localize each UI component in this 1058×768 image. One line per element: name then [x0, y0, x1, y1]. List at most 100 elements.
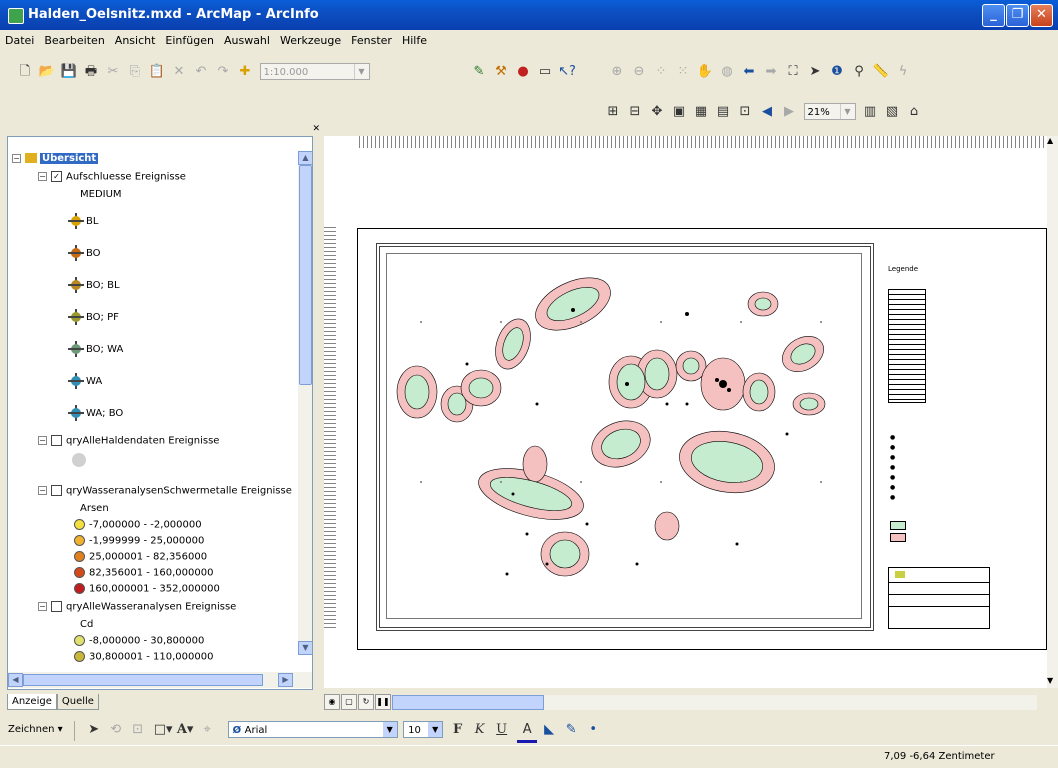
measure-icon[interactable]: 📏 — [871, 62, 891, 82]
chevron-down-icon[interactable]: ▼ — [839, 104, 855, 119]
close-icon[interactable]: ✕ — [312, 124, 320, 134]
font-size-select[interactable]: 10 ▼ — [403, 721, 444, 738]
toggle-draft-mode-icon[interactable]: ▥ — [860, 102, 880, 122]
toc-vertical-scrollbar[interactable]: ▲ ▼ — [298, 151, 312, 655]
change-layout-icon[interactable]: ⌂ — [904, 102, 924, 122]
collapse-icon[interactable]: − — [12, 153, 21, 163]
hyperlink-icon[interactable]: ϟ — [893, 62, 913, 82]
italic-icon[interactable]: K — [470, 720, 490, 740]
data-view-icon[interactable]: ◉ — [324, 694, 340, 710]
arccatalog-icon[interactable]: ● — [513, 62, 533, 82]
scroll-up-icon[interactable]: ▲ — [1047, 136, 1053, 145]
menu-auswahl[interactable]: Auswahl — [219, 30, 275, 47]
fixed-zoom-out-icon[interactable]: ⁙ — [673, 62, 693, 82]
layout-zoom-in-icon[interactable]: ⊞ — [603, 102, 623, 122]
collapse-icon[interactable]: − — [38, 436, 47, 445]
zoom-100-icon[interactable]: ⊡ — [735, 102, 755, 122]
redo-icon[interactable]: ↷ — [213, 62, 233, 82]
layer-name[interactable]: qryAlleWasseranalysen Ereignisse — [66, 602, 236, 613]
scroll-down-icon[interactable]: ▼ — [298, 641, 312, 655]
add-data-icon[interactable]: ✚ — [235, 62, 255, 82]
collapse-icon[interactable]: − — [38, 486, 47, 495]
menu-hilfe[interactable]: Hilfe — [397, 30, 432, 47]
marker-color-icon[interactable]: • — [583, 720, 603, 740]
toc-horizontal-scrollbar[interactable]: ◀ ▶ — [8, 672, 312, 688]
fixed-zoom-out-layout-icon[interactable]: ▤ — [713, 102, 733, 122]
menu-einfuegen[interactable]: Einfügen — [160, 30, 219, 47]
layout-horizontal-scrollbar[interactable] — [392, 695, 1037, 710]
scroll-left-icon[interactable]: ◀ — [8, 673, 23, 687]
scroll-thumb[interactable] — [392, 695, 544, 710]
collapse-icon[interactable]: − — [38, 602, 47, 611]
bold-icon[interactable]: F — [448, 720, 468, 740]
zoom-in-icon[interactable]: ⊕ — [607, 62, 627, 82]
collapse-icon[interactable]: − — [38, 172, 47, 181]
font-color-icon[interactable]: A — [517, 720, 538, 743]
chevron-down-icon[interactable]: ▼ — [353, 64, 369, 79]
layer-name[interactable]: qryAlleHaldendaten Ereignisse — [66, 436, 219, 447]
scroll-thumb[interactable] — [23, 674, 263, 686]
fixed-zoom-in-layout-icon[interactable]: ▦ — [691, 102, 711, 122]
paste-icon[interactable]: 📋 — [147, 62, 167, 82]
layer-visibility-checkbox[interactable] — [51, 485, 62, 496]
whats-this-icon[interactable]: ↖? — [557, 62, 577, 82]
layout-vertical-scrollbar[interactable]: ▲ ▼ — [1047, 136, 1058, 688]
undo-icon[interactable]: ↶ — [191, 62, 211, 82]
layout-page[interactable]: Legende ● ● ● ● ● ● ● — [357, 228, 1047, 650]
layout-pan-icon[interactable]: ✥ — [647, 102, 667, 122]
fill-color-icon[interactable]: ◣ — [539, 720, 559, 740]
find-icon[interactable]: ⚲ — [849, 62, 869, 82]
layout-forward-icon[interactable]: ▶ — [779, 102, 799, 122]
chevron-down-icon[interactable]: ▼ — [428, 722, 443, 737]
pause-drawing-icon[interactable]: ❚❚ — [375, 694, 391, 710]
close-button[interactable]: ✕ — [1030, 4, 1053, 27]
font-select[interactable]: Ø Arial ▼ — [227, 721, 398, 738]
arctoolbox-icon[interactable]: ⚒ — [491, 62, 511, 82]
layer-visibility-checkbox[interactable] — [51, 601, 62, 612]
layout-back-icon[interactable]: ◀ — [757, 102, 777, 122]
menu-werkzeuge[interactable]: Werkzeuge — [275, 30, 346, 47]
fixed-zoom-in-icon[interactable]: ⁘ — [651, 62, 671, 82]
select-elements-icon[interactable]: ➤ — [84, 720, 104, 740]
maximize-button[interactable]: ❐ — [1006, 4, 1029, 27]
line-color-icon[interactable]: ✎ — [561, 720, 581, 740]
scroll-right-icon[interactable]: ▶ — [278, 673, 293, 687]
editor-icon[interactable]: ✎ — [469, 62, 489, 82]
scroll-down-icon[interactable]: ▼ — [1047, 676, 1053, 685]
pan-icon[interactable]: ✋ — [695, 62, 715, 82]
delete-icon[interactable]: ✕ — [169, 62, 189, 82]
tab-display[interactable]: Anzeige — [7, 694, 57, 710]
layer-name[interactable]: qryWasseranalysenSchwermetalle Ereigniss… — [66, 486, 292, 497]
new-document-icon[interactable]: 🗋 — [15, 62, 35, 82]
zoom-out-icon[interactable]: ⊖ — [629, 62, 649, 82]
refresh-icon[interactable]: ↻ — [358, 694, 374, 710]
draw-menu[interactable]: Zeichnen ▾ — [8, 724, 63, 735]
open-icon[interactable]: 📂 — [37, 62, 57, 82]
text-icon[interactable]: A▾ — [175, 720, 195, 740]
zoom-to-selected-icon[interactable]: ⊡ — [128, 720, 148, 740]
scroll-thumb[interactable] — [299, 165, 312, 385]
underline-icon[interactable]: U — [492, 720, 512, 740]
full-extent-icon[interactable]: ◍ — [717, 62, 737, 82]
menu-datei[interactable]: Datei — [0, 30, 39, 47]
forward-icon[interactable]: ➡ — [761, 62, 781, 82]
menu-fenster[interactable]: Fenster — [346, 30, 397, 47]
menu-ansicht[interactable]: Ansicht — [110, 30, 161, 47]
select-features-icon[interactable]: ⛶ — [783, 62, 803, 82]
layout-view-icon[interactable]: ▢ — [341, 694, 357, 710]
toc-root-overview[interactable]: Übersicht — [40, 153, 99, 164]
rectangle-icon[interactable]: □▾ — [153, 720, 173, 740]
menu-bearbeiten[interactable]: Bearbeiten — [39, 30, 109, 47]
layout-view[interactable]: ▲ ▼ Legende ● ● ● ● ● ● ● — [324, 136, 1058, 688]
layout-zoom-select[interactable]: 21% ▼ — [803, 103, 856, 120]
back-icon[interactable]: ⬅ — [739, 62, 759, 82]
save-icon[interactable]: 💾 — [59, 62, 79, 82]
scroll-up-icon[interactable]: ▲ — [298, 151, 312, 165]
identify-icon[interactable]: ❶ — [827, 62, 847, 82]
copy-icon[interactable]: ⎘ — [125, 62, 145, 82]
layer-name[interactable]: Aufschluesse Ereignisse — [66, 172, 186, 183]
focus-data-frame-icon[interactable]: ▧ — [882, 102, 902, 122]
layer-visibility-checkbox[interactable] — [51, 435, 62, 446]
layer-visibility-checkbox[interactable]: ✓ — [51, 171, 62, 182]
select-elements-icon[interactable]: ➤ — [805, 62, 825, 82]
